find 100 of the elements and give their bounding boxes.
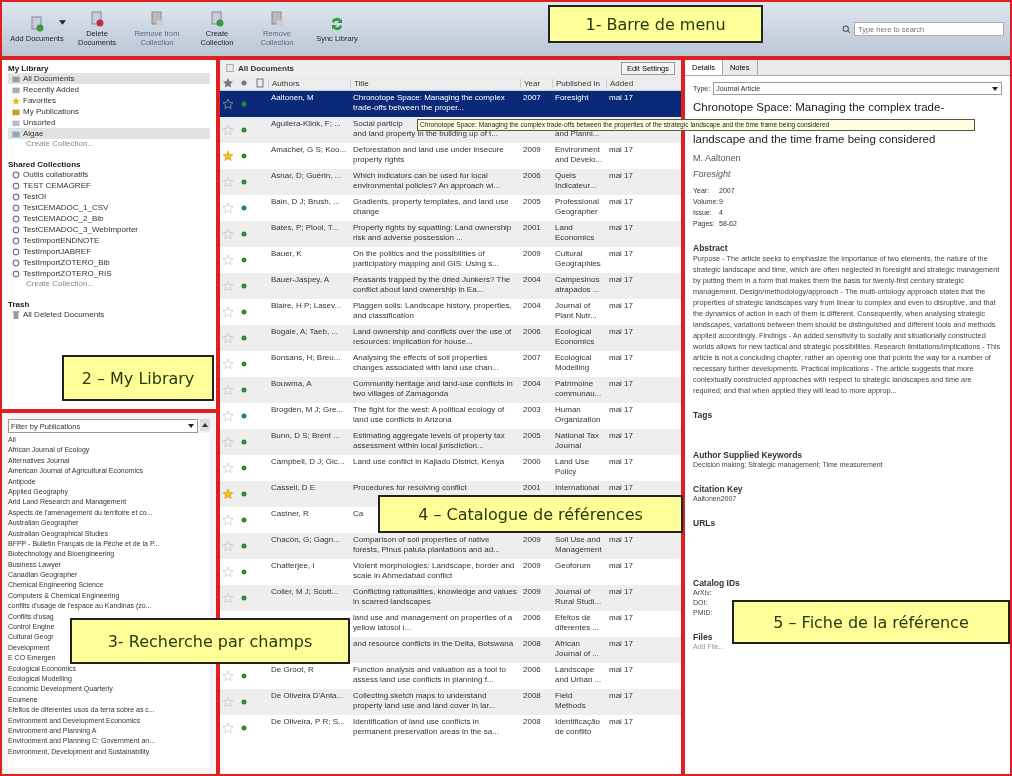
table-cell-text: On the politics and the possibilities of participatory mapping and GIS: Using s... [353,249,500,269]
table-cell-text: The fight for the west: A political ecology of land use conflicts in Arizona [353,405,506,425]
table-cell-text: Peasants trapped by the dried Junkers? The conflict about land ownership in Ea... [353,275,512,295]
table-cell: mai 17 [609,353,633,363]
section-heading: Files [693,632,714,642]
table-cell: De Oliveira D'Anta... [271,691,344,701]
table-cell: 2008 [523,639,541,649]
table-cell: Bauer-Jaspey, A [271,275,330,285]
table-cell: mai 17 [609,405,633,415]
annotation-tooltip: 1- Barre de menu [548,5,763,43]
table-cell: mai 17 [609,457,633,467]
table-cell: Bauer, K [271,249,302,259]
document-title: landscape and the time frame being considered [693,132,937,147]
table-cell: and resource conflicts in the Delta, Botswana [353,639,514,649]
table-cell-text: Ecological Economics [555,327,596,347]
document-title: Chronotope Space: Managing the complex trade- [693,100,946,115]
table-cell: Chatterjee, I [271,561,315,571]
table-cell: mai 17 [609,613,633,623]
table-cell: Castner, R [271,509,309,519]
table-cell-text: land use and management on properties of a yellow latosol i... [353,613,514,633]
table-cell-text: Cultural Geographies [555,249,602,269]
table-cell-text: Comparison of soil properties of native forests, Pinus patula plantations and ad... [353,535,501,555]
table-cell-text: Collecting sketch maps to understand property land use and land cover in lar... [353,691,497,711]
table-cell-text: Gradients, property templates, and land use change [353,197,510,217]
table-cell: 2006 [523,665,541,675]
table-cell: mai 17 [609,379,633,389]
table-cell-text: Which indicators can be used for local environmental policies? An approach wi... [353,171,502,191]
table-cell-text: Violent morphologies: Landscape, border and scale in Ahmedabad conflict [353,561,516,581]
table-cell: 2001 [523,223,541,233]
table-cell: 2005 [523,197,541,207]
table-cell-text: Efeitos de diferentes ... [555,613,601,633]
section-heading: URLs [693,518,717,528]
table-cell: 2004 [523,275,541,285]
table-cell: and Planni... [555,129,600,139]
table-cell: mai 17 [609,275,633,285]
table-cell-text: Field Methods [555,691,587,711]
section-heading: Shared Collections [8,160,82,169]
table-cell: Bouwma, A [271,379,312,389]
table-cell-text: Function analysis and valuation as a tool to assess land use conflicts in planning f... [353,665,507,685]
table-cell: Aguilera-Klink, F; ... [271,119,341,129]
table-cell: Amacher, G S; Koo... [271,145,347,155]
table-cell: 2007 [523,353,541,363]
table-cell: Foresight [555,93,589,103]
section-heading: Author Supplied Keywords [693,450,804,460]
table-cell-text: Plaggen soils: Landscape history, properties, and classification [353,301,513,321]
table-cell: mai 17 [609,717,633,727]
table-cell-text: Estimating aggregate levels of property tax assessment within local jurisdiction... [353,431,506,451]
table-cell: 2009 [523,587,541,597]
table-cell: Bogale, A; Taeb, ... [271,327,338,337]
table-cell: 2005 [523,431,541,441]
table-cell-text: Analysing the effects of soil properties changes associated with land use chan... [353,353,500,373]
table-cell: De Groot, R [271,665,314,675]
table-cell: mai 17 [609,587,633,597]
table-cell: 2006 [523,171,541,181]
table-cell: 2007 [523,93,541,103]
table-cell-text: Chronotope Space: Managing the complex trade-offs between the proper... [353,93,506,113]
table-cell: 2004 [523,379,541,389]
table-cell-text: Land Use Policy [555,457,591,477]
table-cell: mai 17 [609,327,633,337]
section-heading: Abstract [693,243,729,253]
table-cell-text: Land Economics [555,223,596,243]
table-cell: Procedures for resolving conflict [353,483,467,493]
list-title: All Documents [238,63,295,73]
table-cell: Social particip [353,119,403,129]
table-cell: mai 17 [609,535,633,545]
table-cell: Journal of Rural Studi... [555,587,603,607]
annotation-tooltip: 3- Recherche par champs [70,618,350,664]
journal-name: Foresight [693,169,732,179]
table-cell: mai 17 [609,639,633,649]
table-cell: Bain, D J; Brush, ... [271,197,340,207]
table-cell: 2004 [523,301,541,311]
table-cell: Soil Use and Management [555,535,603,555]
table-cell: Environment and Develo... [555,145,603,165]
section-heading: Catalog IDs [693,578,741,588]
table-cell: De Oliveira, P R; S... [271,717,345,727]
table-cell: Geoforum [555,561,591,571]
table-cell-text: Campesinos atrapados ... [555,275,601,295]
table-cell-text: Professional Geographer [555,197,601,217]
table-cell: 2009 [523,561,541,571]
section-heading: My Library [8,64,50,73]
table-cell-text: Deforestation and land use under insecure property rights [353,145,505,165]
table-cell-text: Community heritage and land-use conflicts in two villages of Zamagonda [353,379,514,399]
table-cell: mai 17 [609,171,633,181]
author-name: M. Aaltonen [693,153,742,163]
table-cell-text: and land property in the building up of t... [353,129,499,139]
table-cell: Patrimoine communau... [555,379,603,399]
table-cell: mai 17 [609,223,633,233]
table-cell: 2009 [523,535,541,545]
table-cell: Coller, M J; Scott... [271,587,339,597]
table-cell: Bates, P; Plool, T... [271,223,339,233]
table-cell: 2000 [523,457,541,467]
table-cell: mai 17 [609,483,633,493]
table-cell: mai 17 [609,431,633,441]
table-cell: Asnar, D; Guérin, ... [271,171,342,181]
table-cell: 2008 [523,691,541,701]
table-cell: Landscape and Urban ... [555,665,603,685]
table-cell-text: Ecological Modelling [555,353,593,373]
table-cell: 2009 [523,145,541,155]
table-cell-text: National Tax Journal [555,431,600,451]
section-heading: Tags [693,410,714,420]
